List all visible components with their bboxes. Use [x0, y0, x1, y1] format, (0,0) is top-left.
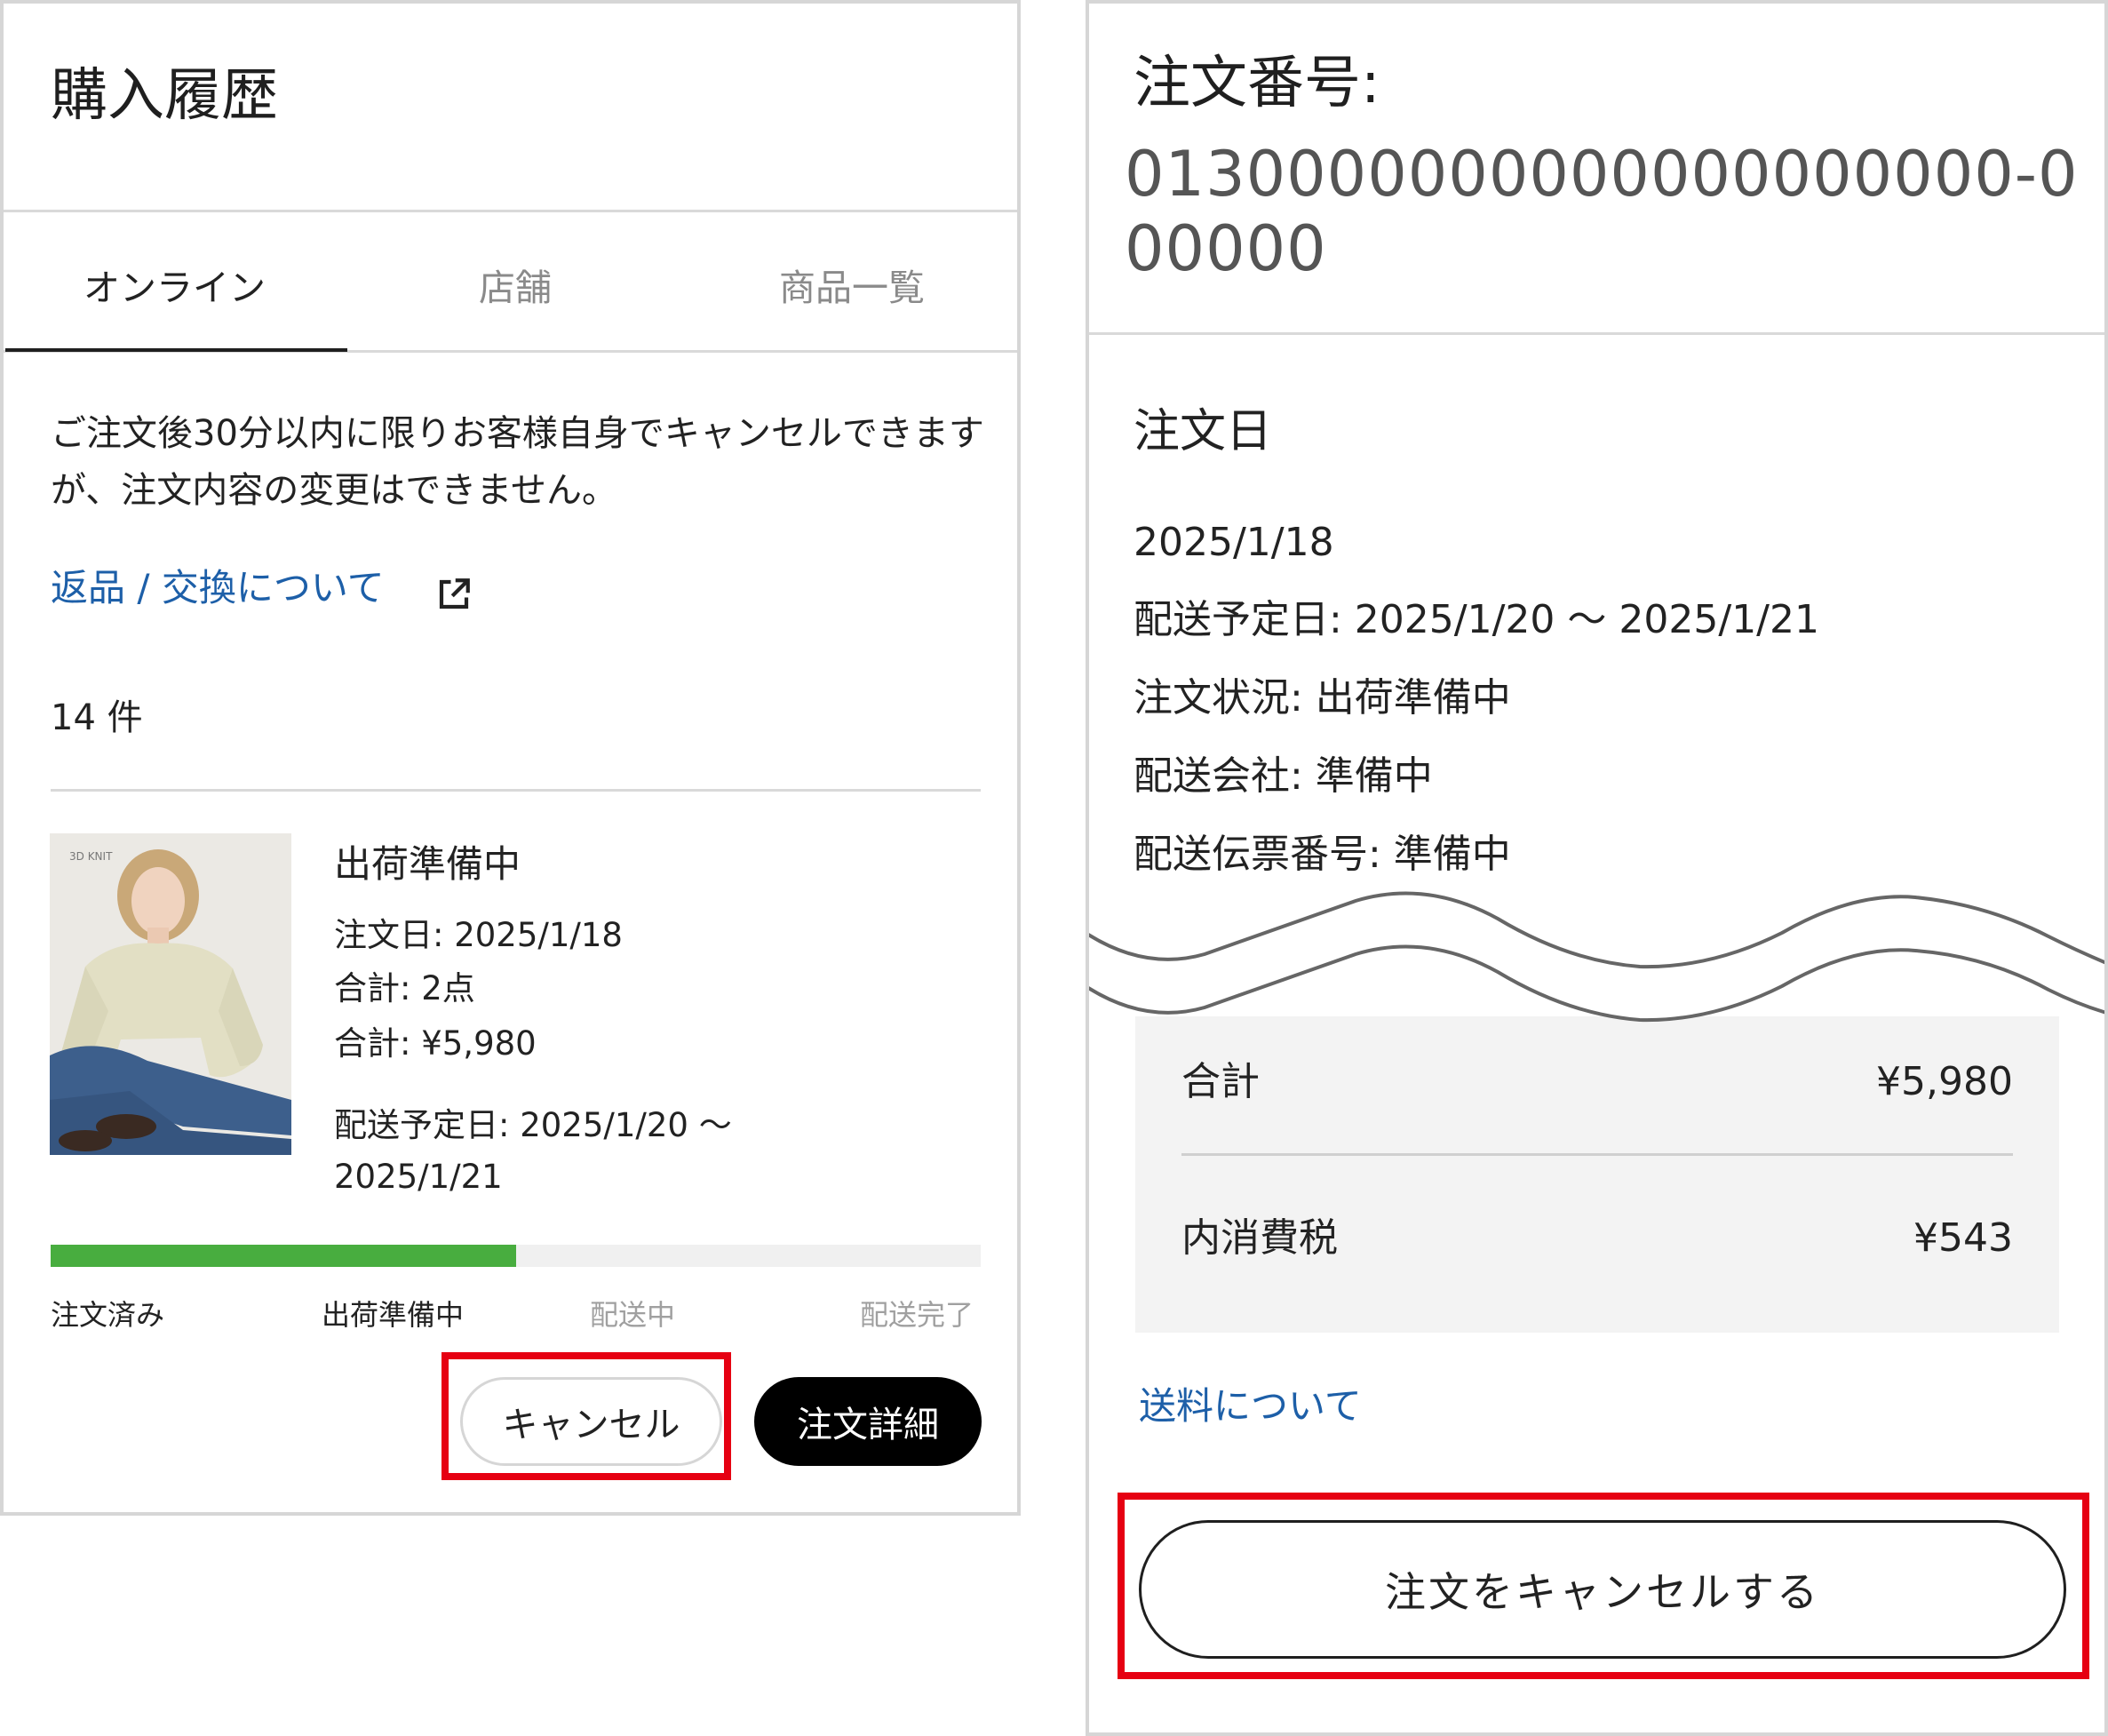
step-preparing: 出荷準備中	[322, 1298, 465, 1332]
order-date-label: 注文日	[1134, 405, 1273, 458]
order-status: 出荷準備中	[334, 842, 521, 886]
summary-divider	[1181, 1153, 2013, 1156]
progress-bar	[51, 1245, 981, 1267]
list-divider	[51, 789, 981, 792]
tab-store[interactable]: 店舗	[479, 270, 552, 307]
order-quantity: 合計: 2点	[334, 969, 475, 1007]
order-date-value: 2025/1/18	[1134, 520, 1334, 565]
step-ordered: 注文済み	[51, 1298, 165, 1332]
progress-fill	[51, 1245, 516, 1267]
shipping-fee-link[interactable]: 送料について	[1139, 1388, 1362, 1425]
tax-value: ¥543	[1913, 1215, 2013, 1261]
total-label: 合計	[1181, 1059, 1260, 1104]
delivery-schedule: 配送予定日: 2025/1/20 〜 2025/1/21	[1134, 597, 1819, 642]
external-link-icon[interactable]	[435, 576, 473, 613]
image-badge: 3D KNIT	[69, 850, 113, 863]
tracking-number: 配送伝票番号: 準備中	[1134, 832, 1511, 877]
page-title: 購入履歴	[51, 63, 278, 129]
tab-online[interactable]: オンライン	[84, 270, 266, 307]
tab-active-indicator	[5, 348, 347, 352]
highlight-cancel-button	[441, 1352, 731, 1480]
order-summary: 合計 ¥5,980 内消費税 ¥543	[1135, 1016, 2059, 1333]
carrier: 配送会社: 準備中	[1134, 753, 1433, 799]
cancel-notice: ご注文後30分以内に限りお客様自身でキャンセルできますが、注文内容の変更はできま…	[51, 413, 984, 511]
step-delivered: 配送完了	[860, 1298, 974, 1332]
order-count: 14 件	[51, 697, 143, 738]
header-divider	[4, 210, 1017, 212]
purchase-history-panel: 購入履歴 オンライン 店舗 商品一覧 ご注文後30分以内に限りお客様自身でキャン…	[0, 0, 1021, 1516]
order-status: 注文状況: 出荷準備中	[1134, 675, 1511, 721]
order-detail-panel: 注文番号: 0130000000000000000000-000000 注文日 …	[1086, 0, 2108, 1736]
order-date: 注文日: 2025/1/18	[334, 916, 623, 954]
delivery-date-line1: 配送予定日: 2025/1/20 〜	[334, 1106, 732, 1144]
highlight-cancel-order-button	[1118, 1493, 2089, 1679]
product-image[interactable]: 3D KNIT	[50, 833, 291, 1155]
tax-label: 内消費税	[1181, 1215, 1338, 1261]
order-detail-button[interactable]: 注文詳細	[754, 1377, 982, 1466]
total-value: ¥5,980	[1876, 1059, 2013, 1104]
step-shipping: 配送中	[590, 1298, 676, 1332]
content-break-wave	[1089, 891, 2104, 1023]
delivery-date-line2: 2025/1/21	[334, 1158, 503, 1196]
order-number-label: 注文番号:	[1134, 51, 1380, 116]
header-divider	[1089, 332, 2104, 335]
order-number-value: 0130000000000000000000-000000	[1125, 138, 2079, 285]
return-exchange-link[interactable]: 返品 / 交換について	[51, 569, 385, 607]
tab-products[interactable]: 商品一覧	[779, 270, 925, 307]
order-total: 合計: ¥5,980	[334, 1024, 537, 1063]
